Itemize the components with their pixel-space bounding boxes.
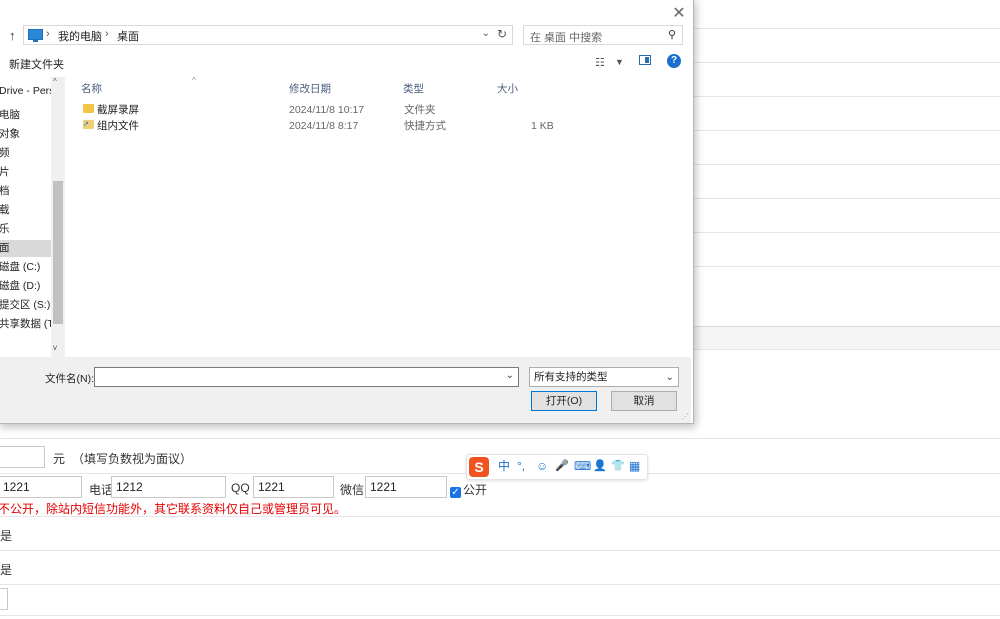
folder-icon [83, 104, 94, 113]
row-divider [0, 550, 1000, 551]
view-options-icon[interactable]: ☷ [595, 56, 605, 69]
user-icon[interactable]: 👤 [593, 458, 607, 474]
breadcrumb-separator: › [105, 28, 109, 40]
chevron-down-icon[interactable]: ⌄ [666, 369, 674, 387]
nav-item-documents[interactable]: 档 [0, 183, 51, 200]
public-toggle[interactable]: ✓ 公开 [450, 481, 487, 498]
nav-item-drive-d[interactable]: 磁盘 (D:) [0, 278, 51, 295]
skin-icon[interactable]: 👕 [611, 458, 625, 474]
ime-toolbar[interactable]: S 中 °, ☺ 🎤 ⌨ 👤 👕 ▦ [466, 454, 648, 480]
new-folder-button[interactable]: 新建文件夹 [9, 56, 64, 72]
open-button[interactable]: 打开(O) [531, 391, 597, 411]
public-label: 公开 [463, 483, 488, 497]
nav-item-music[interactable]: 乐 [0, 221, 51, 238]
column-header-size[interactable]: 大小 [497, 81, 518, 96]
column-header-name[interactable]: 名称 ^ [81, 76, 196, 96]
file-list: 名称 ^ 修改日期 类型 大小 截屏录屏 2024/11/8 10:17 文件夹 … [65, 76, 691, 357]
file-name: 截屏录屏 [97, 104, 139, 116]
sort-arrow-icon: ^ [192, 76, 196, 85]
file-type: 快捷方式 [404, 120, 446, 132]
filename-label: 文件名(N): [45, 373, 94, 385]
dialog-titlebar[interactable]: ✕ [0, 0, 693, 23]
nav-item-this-pc[interactable]: 电脑 [0, 107, 51, 124]
keyboard-icon[interactable]: ⌨ [574, 458, 591, 474]
shortcut-icon [83, 120, 94, 129]
amount-input[interactable] [0, 446, 45, 468]
nav-item-drive-c[interactable]: 磁盘 (C:) [0, 259, 51, 276]
row-divider [0, 516, 1000, 517]
chinese-mode-icon[interactable]: 中 [498, 458, 510, 474]
nav-item-drive-t[interactable]: 共享数据 (T [0, 316, 51, 333]
breadcrumb-desktop[interactable]: 桌面 [117, 28, 139, 44]
scroll-up-icon[interactable]: ^ [53, 77, 57, 86]
filetype-value: 所有支持的类型 [534, 371, 608, 383]
preview-pane-icon[interactable] [639, 55, 651, 65]
emoji-icon[interactable]: ☺ [536, 458, 548, 474]
scrollbar-thumb[interactable] [53, 181, 63, 324]
nav-item-3d-objects[interactable]: 对象 [0, 126, 51, 143]
wechat-input[interactable]: 1221 [365, 476, 447, 498]
address-dropdown-icon[interactable]: ⌄ [482, 28, 490, 39]
view-dropdown-icon[interactable]: ▼ [615, 57, 624, 67]
privacy-notice: 不公开，除站内短信功能外，其它联系资料仅自己或管理员可见。 [0, 502, 347, 516]
address-bar[interactable]: › 我的电脑 › 桌面 ⌄ ↻ [23, 25, 513, 45]
nav-item-pictures[interactable]: 片 [0, 164, 51, 181]
phone-input[interactable]: 1212 [111, 476, 226, 498]
nav-item-downloads[interactable]: 载 [0, 202, 51, 219]
file-name: 组内文件 [97, 120, 139, 132]
contact-field[interactable]: 1221 [0, 476, 82, 498]
open-file-dialog: ✕ ↑ › 我的电脑 › 桌面 ⌄ ↻ 在 桌面 中搜索 ⚲ 新建文件夹 ☷ ▼… [0, 0, 694, 424]
amount-hint: （填写负数视为面议） [72, 452, 193, 466]
column-header-modified[interactable]: 修改日期 [289, 81, 331, 96]
file-size: 1 KB [531, 120, 554, 132]
nav-item-onedrive[interactable]: Drive - Perso [0, 83, 51, 100]
option-value-a: 是 [0, 529, 13, 543]
qq-input[interactable]: 1221 [253, 476, 334, 498]
filetype-select[interactable]: 所有支持的类型 ⌄ [529, 367, 679, 387]
nav-scrollbar[interactable]: ^ v [51, 77, 65, 357]
up-arrow-icon[interactable]: ↑ [9, 28, 16, 43]
close-icon[interactable]: ✕ [671, 3, 687, 23]
file-modified: 2024/11/8 10:17 [289, 104, 365, 116]
toolbox-icon[interactable]: ▦ [629, 458, 640, 474]
column-name-label: 名称 [81, 83, 102, 95]
search-placeholder: 在 桌面 中搜索 [530, 32, 603, 44]
punctuation-icon[interactable]: °, [517, 458, 525, 474]
row-divider [0, 584, 1000, 585]
wechat-label: 微信 [340, 483, 365, 497]
help-icon[interactable]: ? [667, 54, 681, 68]
breadcrumb-separator: › [46, 28, 50, 40]
resize-grip-icon[interactable]: ⋰ [681, 412, 689, 421]
cancel-button[interactable]: 取消 [611, 391, 677, 411]
row-divider [0, 615, 1000, 616]
scroll-down-icon[interactable]: v [53, 343, 57, 352]
navigation-pane: Drive - Perso 电脑 对象 频 片 档 载 乐 面 磁盘 (C:) … [0, 77, 65, 357]
nav-item-desktop[interactable]: 面 [0, 240, 51, 257]
refresh-icon[interactable]: ↻ [497, 27, 507, 41]
sogou-logo-icon[interactable]: S [469, 457, 489, 477]
phone-label: 电话 [89, 483, 114, 497]
dialog-footer: 文件名(N): ⌄ 所有支持的类型 ⌄ 打开(O) 取消 ⋰ [0, 357, 691, 423]
voice-icon[interactable]: 🎤 [555, 458, 569, 474]
file-modified: 2024/11/8 8:17 [289, 120, 359, 132]
filename-input[interactable]: ⌄ [94, 367, 519, 387]
search-icon[interactable]: ⚲ [668, 28, 676, 41]
amount-unit: 元 [53, 452, 66, 466]
nav-item-videos[interactable]: 频 [0, 145, 51, 162]
computer-icon [28, 29, 43, 42]
file-type: 文件夹 [404, 104, 436, 116]
search-box[interactable]: 在 桌面 中搜索 ⚲ [523, 25, 683, 45]
public-checkbox[interactable]: ✓ [450, 487, 461, 498]
chevron-down-icon[interactable]: ⌄ [506, 370, 514, 381]
nav-item-drive-s[interactable]: 提交区 (S:) [0, 297, 51, 314]
file-row[interactable]: 截屏录屏 2024/11/8 10:17 文件夹 [79, 102, 639, 118]
file-row[interactable]: 组内文件 2024/11/8 8:17 快捷方式 1 KB [79, 118, 639, 134]
option-value-b: 是 [0, 563, 13, 577]
partial-input[interactable] [0, 588, 8, 610]
breadcrumb-my-computer[interactable]: 我的电脑 [58, 28, 102, 44]
column-header-type[interactable]: 类型 [403, 81, 424, 96]
qq-label: QQ [231, 481, 250, 495]
row-divider [0, 438, 1000, 439]
